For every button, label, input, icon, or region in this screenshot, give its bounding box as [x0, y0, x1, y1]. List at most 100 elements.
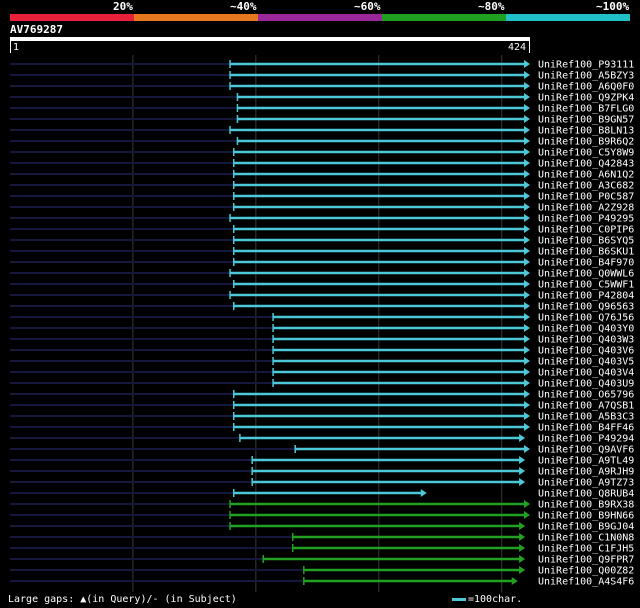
hit-row[interactable]: UniRef100_C5WWF1 — [10, 280, 634, 291]
hit-label[interactable]: UniRef100_B7FLG0 — [538, 104, 634, 115]
hit-label[interactable]: UniRef100_A7QSB1 — [538, 401, 634, 412]
hit-label[interactable]: UniRef100_A3C682 — [538, 181, 634, 192]
hit-row[interactable]: UniRef100_B9GJ04 — [10, 522, 634, 533]
hit-label[interactable]: UniRef100_P49294 — [538, 434, 634, 445]
hit-row[interactable]: UniRef100_Q9FPR7 — [10, 555, 634, 566]
hit-row[interactable]: UniRef100_P42804 — [10, 291, 634, 302]
hit-row[interactable]: UniRef100_A5BZY3 — [10, 71, 634, 82]
hit-row[interactable]: UniRef100_C1N0N8 — [10, 533, 634, 544]
hit-label[interactable]: UniRef100_B6SKU1 — [538, 247, 634, 258]
hit-row[interactable]: UniRef100_A9RJH9 — [10, 467, 634, 478]
hit-label[interactable]: UniRef100_Q9AVF6 — [538, 445, 634, 456]
hit-label[interactable]: UniRef100_Q8RUB4 — [538, 489, 634, 500]
hit-row[interactable]: UniRef100_P49295 — [10, 214, 634, 225]
hit-label[interactable]: UniRef100_Q96563 — [538, 302, 634, 313]
hit-label[interactable]: UniRef100_C5WWF1 — [538, 280, 634, 291]
hit-row[interactable]: UniRef100_B9GN57 — [10, 115, 634, 126]
hit-label[interactable]: UniRef100_B6SYQ5 — [538, 236, 634, 247]
hit-row[interactable]: UniRef100_Q403W3 — [10, 335, 634, 346]
hit-label[interactable]: UniRef100_C5Y8W9 — [538, 148, 634, 159]
hit-row[interactable]: UniRef100_A9TZ73 — [10, 478, 634, 489]
hit-row[interactable]: UniRef100_A9TL49 — [10, 456, 634, 467]
hit-label[interactable]: UniRef100_A5B3C3 — [538, 412, 634, 423]
hit-label[interactable]: UniRef100_Q42843 — [538, 159, 634, 170]
hit-label[interactable]: UniRef100_Q9FPR7 — [538, 555, 634, 566]
hit-label[interactable]: UniRef100_B9RX38 — [538, 500, 634, 511]
hit-row[interactable]: UniRef100_A6N1Q2 — [10, 170, 634, 181]
hit-row[interactable]: UniRef100_A5B3C3 — [10, 412, 634, 423]
hit-label[interactable]: UniRef100_A9RJH9 — [538, 467, 634, 478]
hit-label[interactable]: UniRef100_B9R6Q2 — [538, 137, 634, 148]
hit-row[interactable]: UniRef100_Q8RUB4 — [10, 489, 634, 500]
hit-arrow-icon — [524, 357, 530, 365]
hit-row[interactable]: UniRef100_B9HN66 — [10, 511, 634, 522]
hit-row[interactable]: UniRef100_Q96563 — [10, 302, 634, 313]
hit-label[interactable]: UniRef100_Q9ZPK4 — [538, 93, 634, 104]
hit-label[interactable]: UniRef100_B4FF46 — [538, 423, 634, 434]
hit-row[interactable]: UniRef100_Q42843 — [10, 159, 634, 170]
hit-label[interactable]: UniRef100_A9TL49 — [538, 456, 634, 467]
hit-arrow-icon — [524, 115, 530, 123]
hit-label[interactable]: UniRef100_Q0WWL6 — [538, 269, 634, 280]
hit-row[interactable]: UniRef100_Q9ZPK4 — [10, 93, 634, 104]
hit-row[interactable]: UniRef100_B6SKU1 — [10, 247, 634, 258]
hit-row[interactable]: UniRef100_Q403U9 — [10, 379, 634, 390]
hit-row[interactable]: UniRef100_Q0WWL6 — [10, 269, 634, 280]
hit-row[interactable]: UniRef100_C5Y8W9 — [10, 148, 634, 159]
hit-row[interactable]: UniRef100_A4S4F6 — [10, 577, 634, 588]
hit-label[interactable]: UniRef100_A5BZY3 — [538, 71, 634, 82]
hit-label[interactable]: UniRef100_P42804 — [538, 291, 634, 302]
hit-label[interactable]: UniRef100_A4S4F6 — [538, 577, 634, 588]
hit-row[interactable]: UniRef100_A3C682 — [10, 181, 634, 192]
hit-row[interactable]: UniRef100_Q403V5 — [10, 357, 634, 368]
hit-label[interactable]: UniRef100_Q76J56 — [538, 313, 634, 324]
hit-label[interactable]: UniRef100_Q403W3 — [538, 335, 634, 346]
hit-label[interactable]: UniRef100_B8LN13 — [538, 126, 634, 137]
hit-row[interactable]: UniRef100_P93111 — [10, 60, 634, 71]
hit-label[interactable]: UniRef100_A9TZ73 — [538, 478, 634, 489]
hit-label[interactable]: UniRef100_P0C587 — [538, 192, 634, 203]
hit-label[interactable]: UniRef100_Q403V5 — [538, 357, 634, 368]
hit-row[interactable]: UniRef100_A2Z928 — [10, 203, 634, 214]
hit-row[interactable]: UniRef100_B4FF46 — [10, 423, 634, 434]
hit-label[interactable]: UniRef100_B9GJ04 — [538, 522, 634, 533]
hit-label[interactable]: UniRef100_C1N0N8 — [538, 533, 634, 544]
hit-row[interactable]: UniRef100_P49294 — [10, 434, 634, 445]
hit-row[interactable]: UniRef100_B7FLG0 — [10, 104, 634, 115]
hit-label[interactable]: UniRef100_Q403V4 — [538, 368, 634, 379]
hit-label[interactable]: UniRef100_A2Z928 — [538, 203, 634, 214]
hit-label[interactable]: UniRef100_Q403U9 — [538, 379, 634, 390]
hit-arrow-icon — [524, 390, 530, 398]
hit-row[interactable]: UniRef100_Q9AVF6 — [10, 445, 634, 456]
hit-row[interactable]: UniRef100_Q403Y0 — [10, 324, 634, 335]
hit-label[interactable]: UniRef100_P93111 — [538, 60, 634, 71]
hit-row[interactable]: UniRef100_B4F970 — [10, 258, 634, 269]
hit-label[interactable]: UniRef100_B9GN57 — [538, 115, 634, 126]
hit-label[interactable]: UniRef100_P49295 — [538, 214, 634, 225]
hit-label[interactable]: UniRef100_B9HN66 — [538, 511, 634, 522]
hit-label[interactable]: UniRef100_A6Q0F0 — [538, 82, 634, 93]
hit-row[interactable]: UniRef100_Q403V6 — [10, 346, 634, 357]
hit-row[interactable]: UniRef100_A6Q0F0 — [10, 82, 634, 93]
hit-row[interactable]: UniRef100_O65796 — [10, 390, 634, 401]
hit-row[interactable]: UniRef100_Q76J56 — [10, 313, 634, 324]
hit-label[interactable]: UniRef100_Q403Y0 — [538, 324, 634, 335]
hit-label[interactable]: UniRef100_A6N1Q2 — [538, 170, 634, 181]
hit-row[interactable]: UniRef100_Q00Z82 — [10, 566, 634, 577]
hit-label[interactable]: UniRef100_C0PIP6 — [538, 225, 634, 236]
hit-row[interactable]: UniRef100_C1FJH5 — [10, 544, 634, 555]
hit-arrow-icon — [524, 445, 530, 453]
hit-row[interactable]: UniRef100_A7QSB1 — [10, 401, 634, 412]
hit-label[interactable]: UniRef100_O65796 — [538, 390, 634, 401]
hit-label[interactable]: UniRef100_B4F970 — [538, 258, 634, 269]
hit-label[interactable]: UniRef100_Q00Z82 — [538, 566, 634, 577]
hit-label[interactable]: UniRef100_C1FJH5 — [538, 544, 634, 555]
hit-row[interactable]: UniRef100_B9RX38 — [10, 500, 634, 511]
hit-row[interactable]: UniRef100_P0C587 — [10, 192, 634, 203]
hit-row[interactable]: UniRef100_Q403V4 — [10, 368, 634, 379]
hit-row[interactable]: UniRef100_B8LN13 — [10, 126, 634, 137]
hit-label[interactable]: UniRef100_Q403V6 — [538, 346, 634, 357]
hit-row[interactable]: UniRef100_B9R6Q2 — [10, 137, 634, 148]
hit-row[interactable]: UniRef100_B6SYQ5 — [10, 236, 634, 247]
hit-row[interactable]: UniRef100_C0PIP6 — [10, 225, 634, 236]
